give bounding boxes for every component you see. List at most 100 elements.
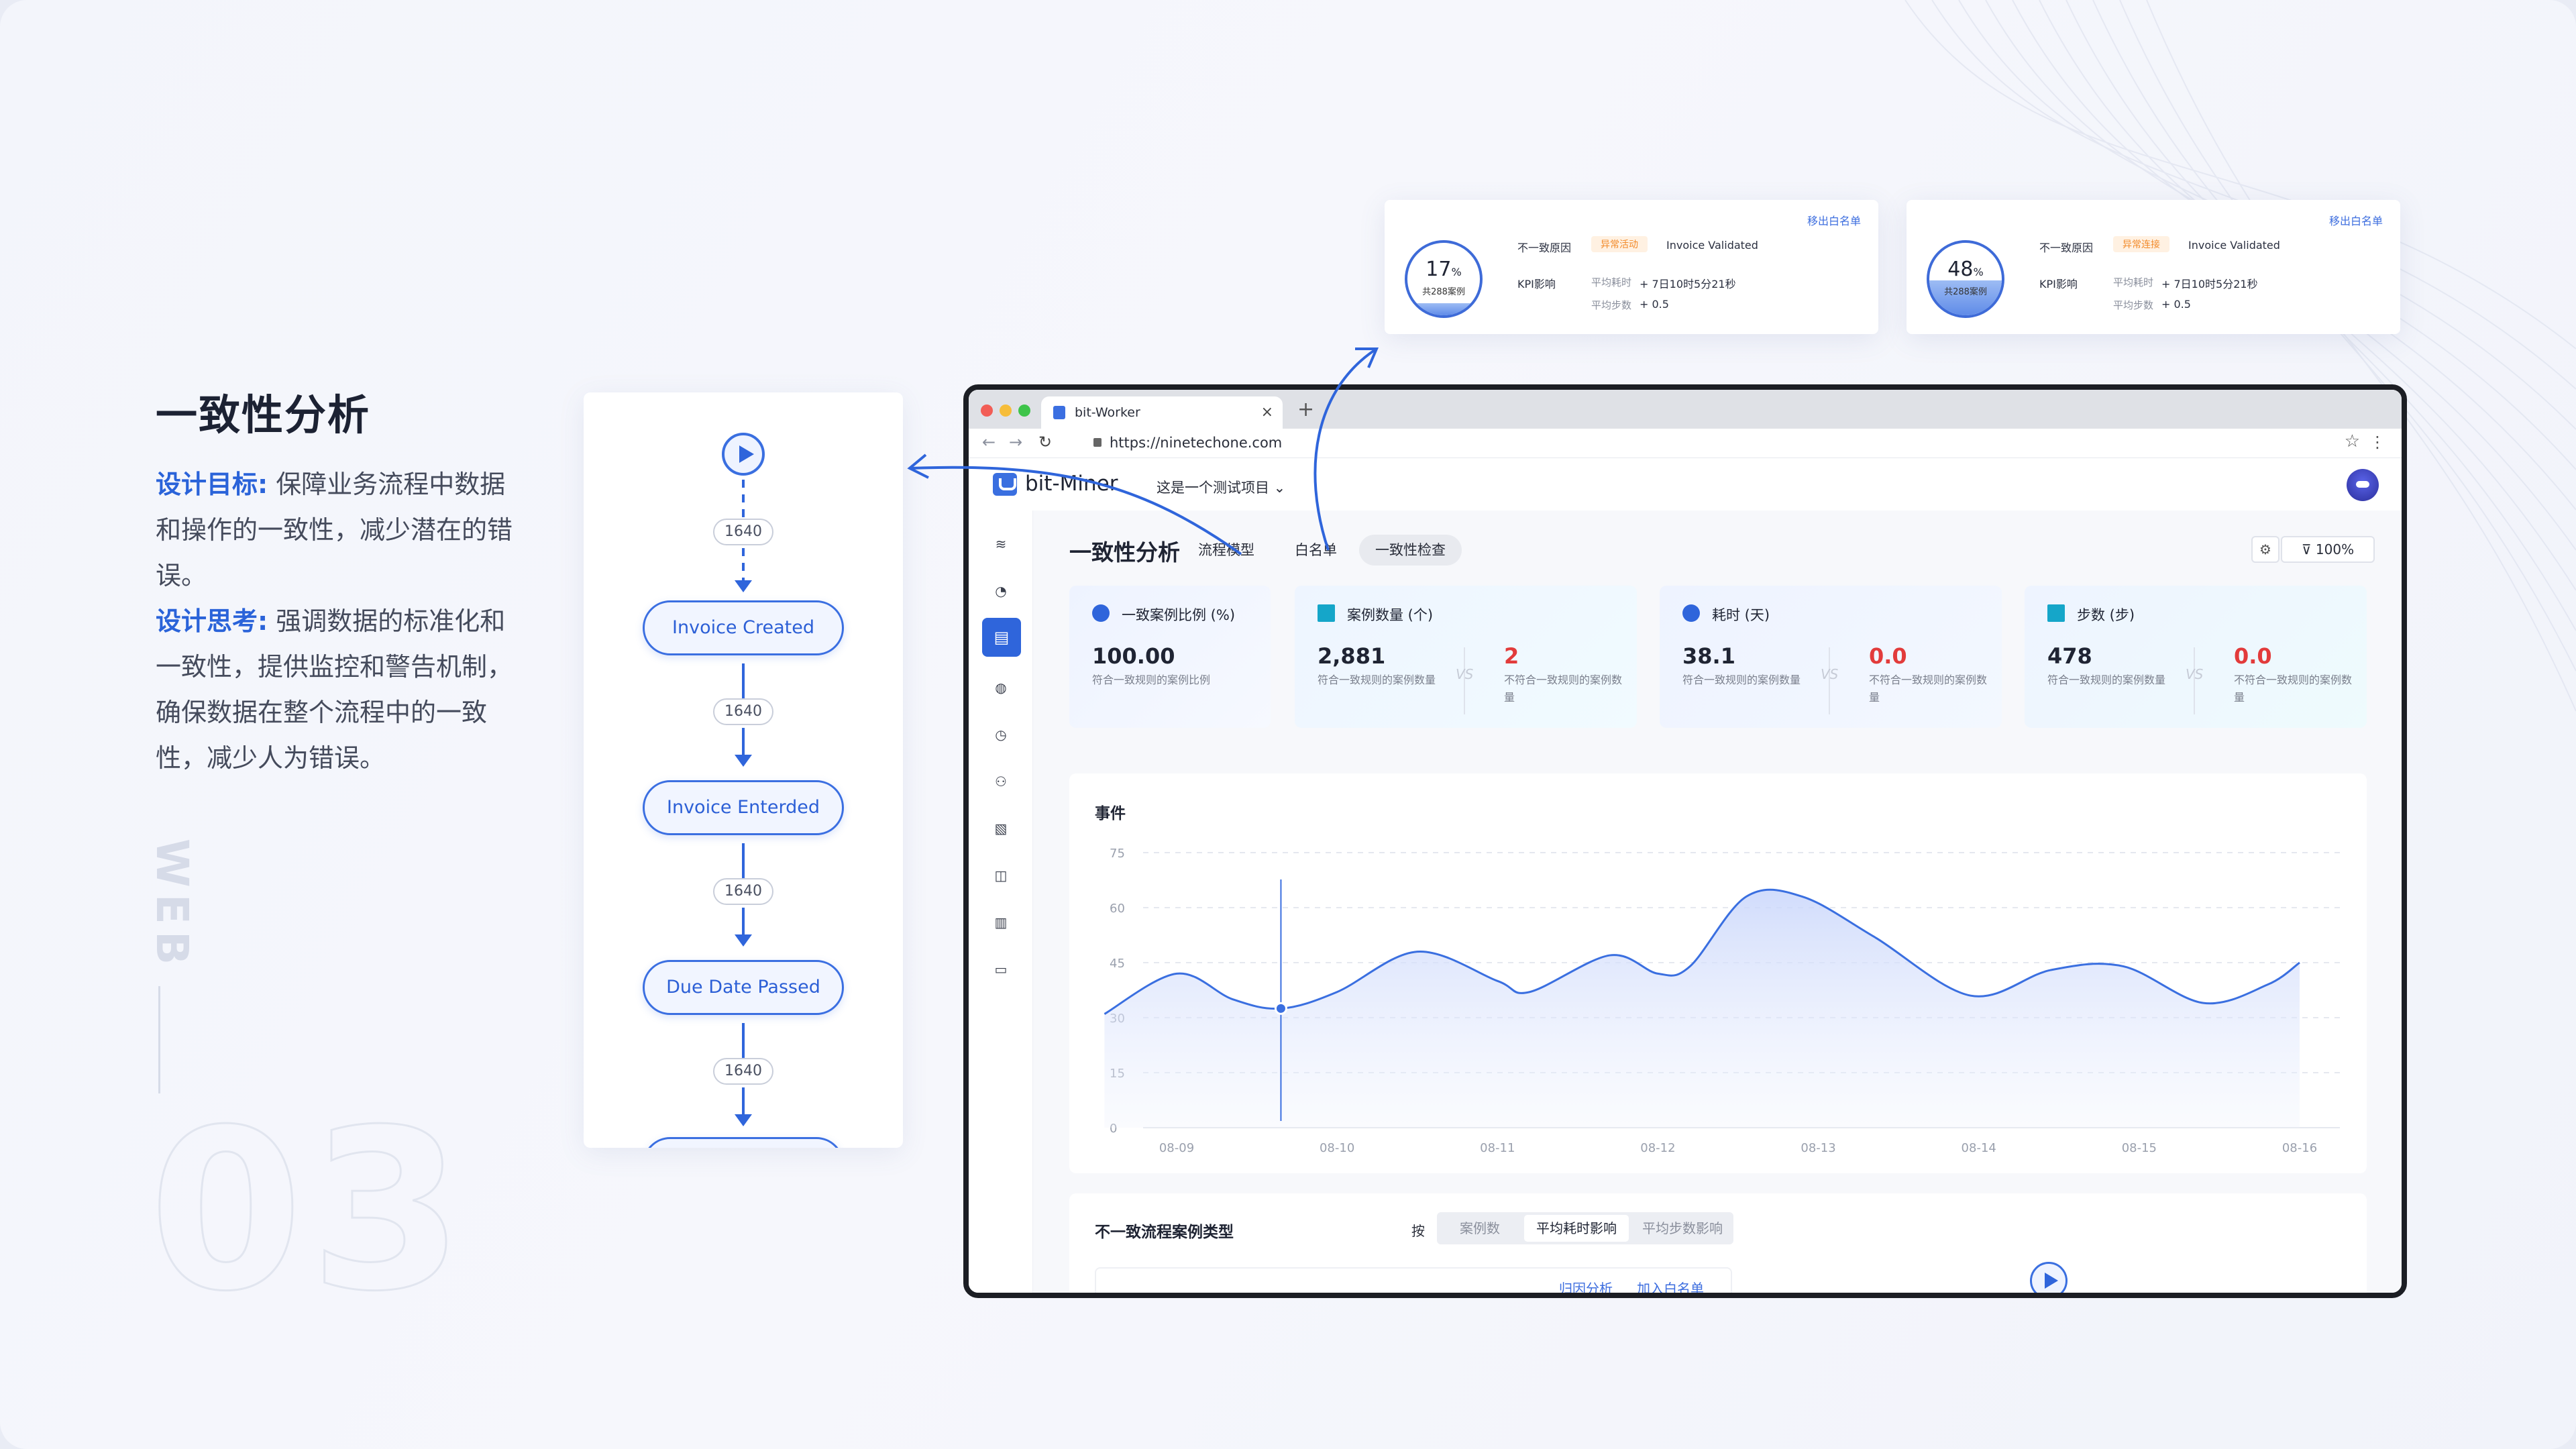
inconsistency-popup-2: 移出白名单 48% 共288案例 不一致原因 异常连接 Invoice Vali… [1907, 200, 2400, 334]
events-chart[interactable]: 0153045607508-0908-1008-1108-1208-1308-1… [1069, 773, 2367, 1173]
consistency-icon[interactable]: ▤ [982, 618, 1021, 657]
avg-steps-label: 平均步数 [2113, 299, 2154, 311]
sort-by-label: 按 [1411, 1223, 1425, 1239]
user-avatar[interactable] [2347, 469, 2379, 501]
kpi-value: 478 [2047, 643, 2092, 669]
search-analysis-icon[interactable]: ◍ [994, 681, 1008, 694]
app-sidebar: ≋ ◔ ▤ ◍ ◷ ⚇ ▧ ◫ ▥ ▭ [969, 511, 1033, 1293]
arrow-head-left [907, 453, 929, 479]
flow-start-play-icon[interactable] [722, 433, 765, 476]
segment-avg-steps-impact[interactable]: 平均步数影响 [1630, 1215, 1735, 1242]
kpi-desc-2: 不符合一致规则的案例数量 [1504, 674, 1623, 704]
zoom-filter-button[interactable]: ⊽ 100% [2281, 536, 2375, 563]
avg-time-value: + 7日10时5分21秒 [2161, 278, 2258, 290]
x-tick-label: 08-16 [2282, 1141, 2317, 1155]
document-icon[interactable]: ▧ [994, 822, 1008, 835]
kpi-value: 38.1 [1682, 643, 1735, 669]
flow-node-next[interactable] [643, 1137, 844, 1148]
reason-label: 不一致原因 [2039, 241, 2094, 254]
tab-favicon-icon [1053, 406, 1065, 419]
browser-tab[interactable]: bit-Worker × [1041, 396, 1283, 429]
remove-whitelist-link[interactable]: 移出白名单 [2329, 212, 2383, 228]
kpi-desc: 符合一致规则的案例数量 [1318, 674, 1436, 686]
flow-connector [742, 480, 745, 520]
avg-time-value: + 7日10时5分21秒 [1640, 278, 1736, 290]
tab-consistency-check[interactable]: 一致性检查 [1359, 535, 1462, 566]
x-tick-label: 08-15 [2122, 1141, 2157, 1155]
compare-icon[interactable]: ◫ [994, 869, 1008, 882]
flow-node-invoice-created[interactable]: Invoice Created [643, 600, 844, 655]
new-tab-button[interactable]: + [1297, 398, 1314, 421]
segment-case-count[interactable]: 案例数 [1448, 1215, 1512, 1242]
kpi-title: 步数 (步) [2077, 607, 2135, 623]
reason-label: 不一致原因 [1517, 241, 1572, 254]
play-icon[interactable] [2030, 1262, 2068, 1293]
segment-avg-time-impact[interactable]: 平均耗时影响 [1524, 1215, 1629, 1242]
web-vertical-label: WEB [146, 839, 198, 972]
bar-chart-icon[interactable]: ▥ [994, 916, 1008, 929]
maximize-window-dot[interactable] [1018, 405, 1030, 417]
flow-connector [742, 548, 745, 582]
pie-chart-icon[interactable]: ◔ [994, 584, 1008, 598]
y-tick-label: 45 [1110, 957, 1125, 971]
flow-arrow-icon [735, 755, 752, 767]
minimize-window-dot[interactable] [1000, 405, 1012, 417]
flow-arrow-icon [735, 1114, 752, 1126]
url-field[interactable]: https://ninetechone.com [1110, 435, 1282, 451]
settings-gear-icon[interactable]: ⚙ [2251, 536, 2279, 563]
kpi-card-duration: 耗时 (天) 38.1 符合一致规则的案例数量 VS 0.0 不符合一致规则的案… [1660, 586, 2002, 728]
flow-node-due-date-passed[interactable]: Due Date Passed [643, 960, 844, 1015]
back-icon[interactable]: ← [982, 433, 996, 451]
avg-steps-value: + 0.5 [1640, 298, 1669, 311]
x-tick-label: 08-10 [1320, 1141, 1354, 1155]
browser-menu-icon[interactable]: ⋮ [2369, 433, 2385, 451]
brand-name: bit-Miner [1025, 472, 1118, 496]
kpi-vs: VS [1456, 666, 1474, 682]
x-tick-label: 08-13 [1801, 1141, 1835, 1155]
metric-segmented-control: 案例数 平均耗时影响 平均步数影响 [1437, 1212, 1733, 1244]
y-tick-label: 60 [1110, 902, 1125, 916]
tab-whitelist[interactable]: 白名单 [1295, 535, 1337, 566]
tab-title: bit-Worker [1075, 405, 1140, 420]
kpi-label: KPI影响 [2039, 278, 2078, 290]
inconsistent-types-card: 不一致流程案例类型 按 案例数 平均耗时影响 平均步数影响 归因分析 加入白名单 [1069, 1193, 2367, 1293]
project-selector[interactable]: 这是一个测试项目 ⌄ [1157, 477, 1285, 497]
zoom-level: 100% [2315, 541, 2355, 557]
kpi-desc: 符合一致规则的案例数量 [2047, 674, 2166, 686]
attribution-analysis-link[interactable]: 归因分析 [1559, 1278, 1613, 1293]
kpi-vs: VS [1821, 666, 1839, 682]
users-icon[interactable]: ⚇ [994, 775, 1008, 788]
lock-icon [1093, 438, 1102, 447]
bookmark-star-icon[interactable]: ☆ [2345, 431, 2360, 451]
flow-connector [742, 1087, 745, 1116]
flow-arrow-icon [735, 580, 752, 592]
percent-unit: % [1451, 266, 1462, 278]
layers-icon[interactable]: ≋ [994, 537, 1008, 551]
remove-whitelist-link[interactable]: 移出白名单 [1807, 212, 1861, 228]
kpi-vs: VS [2186, 666, 2204, 682]
avg-steps-value: + 0.5 [2161, 298, 2191, 311]
monitor-icon[interactable]: ▭ [994, 963, 1008, 976]
kpi-title: 耗时 (天) [1712, 607, 1770, 623]
flow-node-invoice-enterded[interactable]: Invoice Enterded [643, 780, 844, 835]
browser-tabbar: bit-Worker × + [969, 390, 2402, 429]
x-tick-label: 08-11 [1480, 1141, 1515, 1155]
flow-arrow-icon [735, 934, 752, 947]
tab-process-model[interactable]: 流程模型 [1198, 535, 1254, 566]
reload-icon[interactable]: ↻ [1038, 433, 1052, 451]
case-count: 共288案例 [1944, 287, 1987, 297]
history-icon[interactable]: ◷ [994, 728, 1008, 741]
flow-connector [742, 663, 745, 700]
kpi-value-2: 0.0 [2234, 643, 2272, 669]
percent-ring: 48% 共288案例 [1927, 240, 2004, 318]
kpi-value: 2,881 [1318, 643, 1386, 669]
forward-icon[interactable]: → [1009, 433, 1022, 451]
tab-close-icon[interactable]: × [1261, 396, 1273, 429]
kpi-value-2: 2 [1504, 643, 1519, 669]
events-chart-card: 事件 0153045607508-0908-1008-1108-1208-130… [1069, 773, 2367, 1173]
percent-ring: 17% 共288案例 [1405, 240, 1483, 318]
slide-canvas: 一致性分析 设计目标: 保障业务流程中数据和操作的一致性，减少潜在的错误。 设计… [0, 0, 2576, 1449]
page-title: 一致性分析 [1069, 539, 1180, 566]
close-window-dot[interactable] [981, 405, 993, 417]
add-whitelist-link[interactable]: 加入白名单 [1637, 1278, 1704, 1293]
